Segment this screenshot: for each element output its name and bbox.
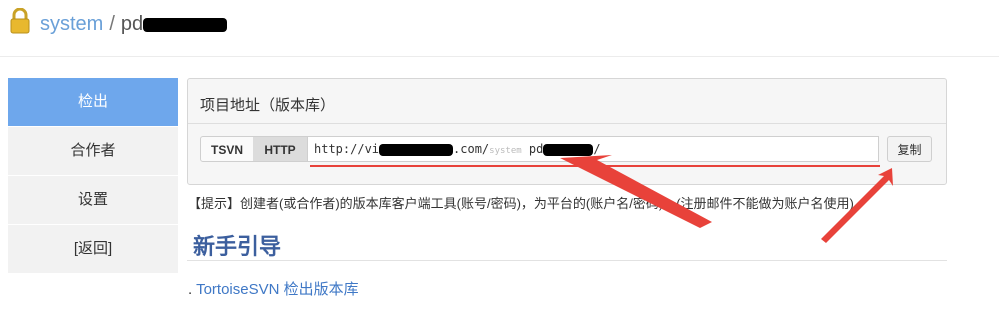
breadcrumb-separator: / (109, 13, 115, 35)
tortoisesvn-guide-link[interactable]: TortoiseSVN 检出版本库 (196, 281, 359, 298)
breadcrumb-owner[interactable]: system (40, 13, 103, 35)
copy-button[interactable]: 复制 (887, 136, 932, 162)
repo-address-panel: 项目地址（版本库） TSVN HTTP http://vi .com/system… (187, 78, 947, 185)
redaction-mark (143, 17, 228, 32)
guide-bullet: . (188, 281, 193, 298)
url-repo: pd (528, 142, 544, 156)
hint-text: 【提示】创建者(或合作者)的版本库客户端工具(账号/密码)，为平台的(账户名/密… (188, 196, 854, 211)
redaction-mark (379, 143, 454, 156)
sidebar-item-collaborators[interactable]: 合作者 (8, 127, 178, 176)
http-protocol-button[interactable]: HTTP (253, 136, 308, 162)
tsvn-protocol-button[interactable]: TSVN (200, 136, 254, 162)
guide-heading: 新手引导 (193, 234, 282, 259)
panel-title: 项目地址（版本库） (200, 97, 336, 114)
url-suffix: / (593, 142, 601, 156)
panel-divider (188, 123, 946, 124)
sidebar-nav: 检出 合作者 设置 [返回] (8, 78, 178, 274)
repo-url-field[interactable]: http://vi .com/system pd / (307, 136, 879, 162)
url-faded: system (489, 146, 522, 156)
sidebar-item-back[interactable]: [返回] (8, 225, 178, 274)
breadcrumb-repo[interactable]: pd (121, 13, 143, 35)
redaction-mark (543, 143, 594, 156)
lock-icon (10, 8, 30, 34)
url-prefix: http://vi (314, 142, 380, 156)
guide-list-item: . TortoiseSVN 检出版本库 (188, 278, 359, 299)
header-divider (0, 56, 999, 57)
breadcrumb: system / pd (40, 13, 228, 36)
sidebar-item-checkout[interactable]: 检出 (8, 78, 178, 127)
url-mid: .com/ (453, 142, 490, 156)
guide-divider (187, 260, 947, 261)
page-header: system / pd (0, 0, 999, 52)
sidebar-item-settings[interactable]: 设置 (8, 176, 178, 225)
